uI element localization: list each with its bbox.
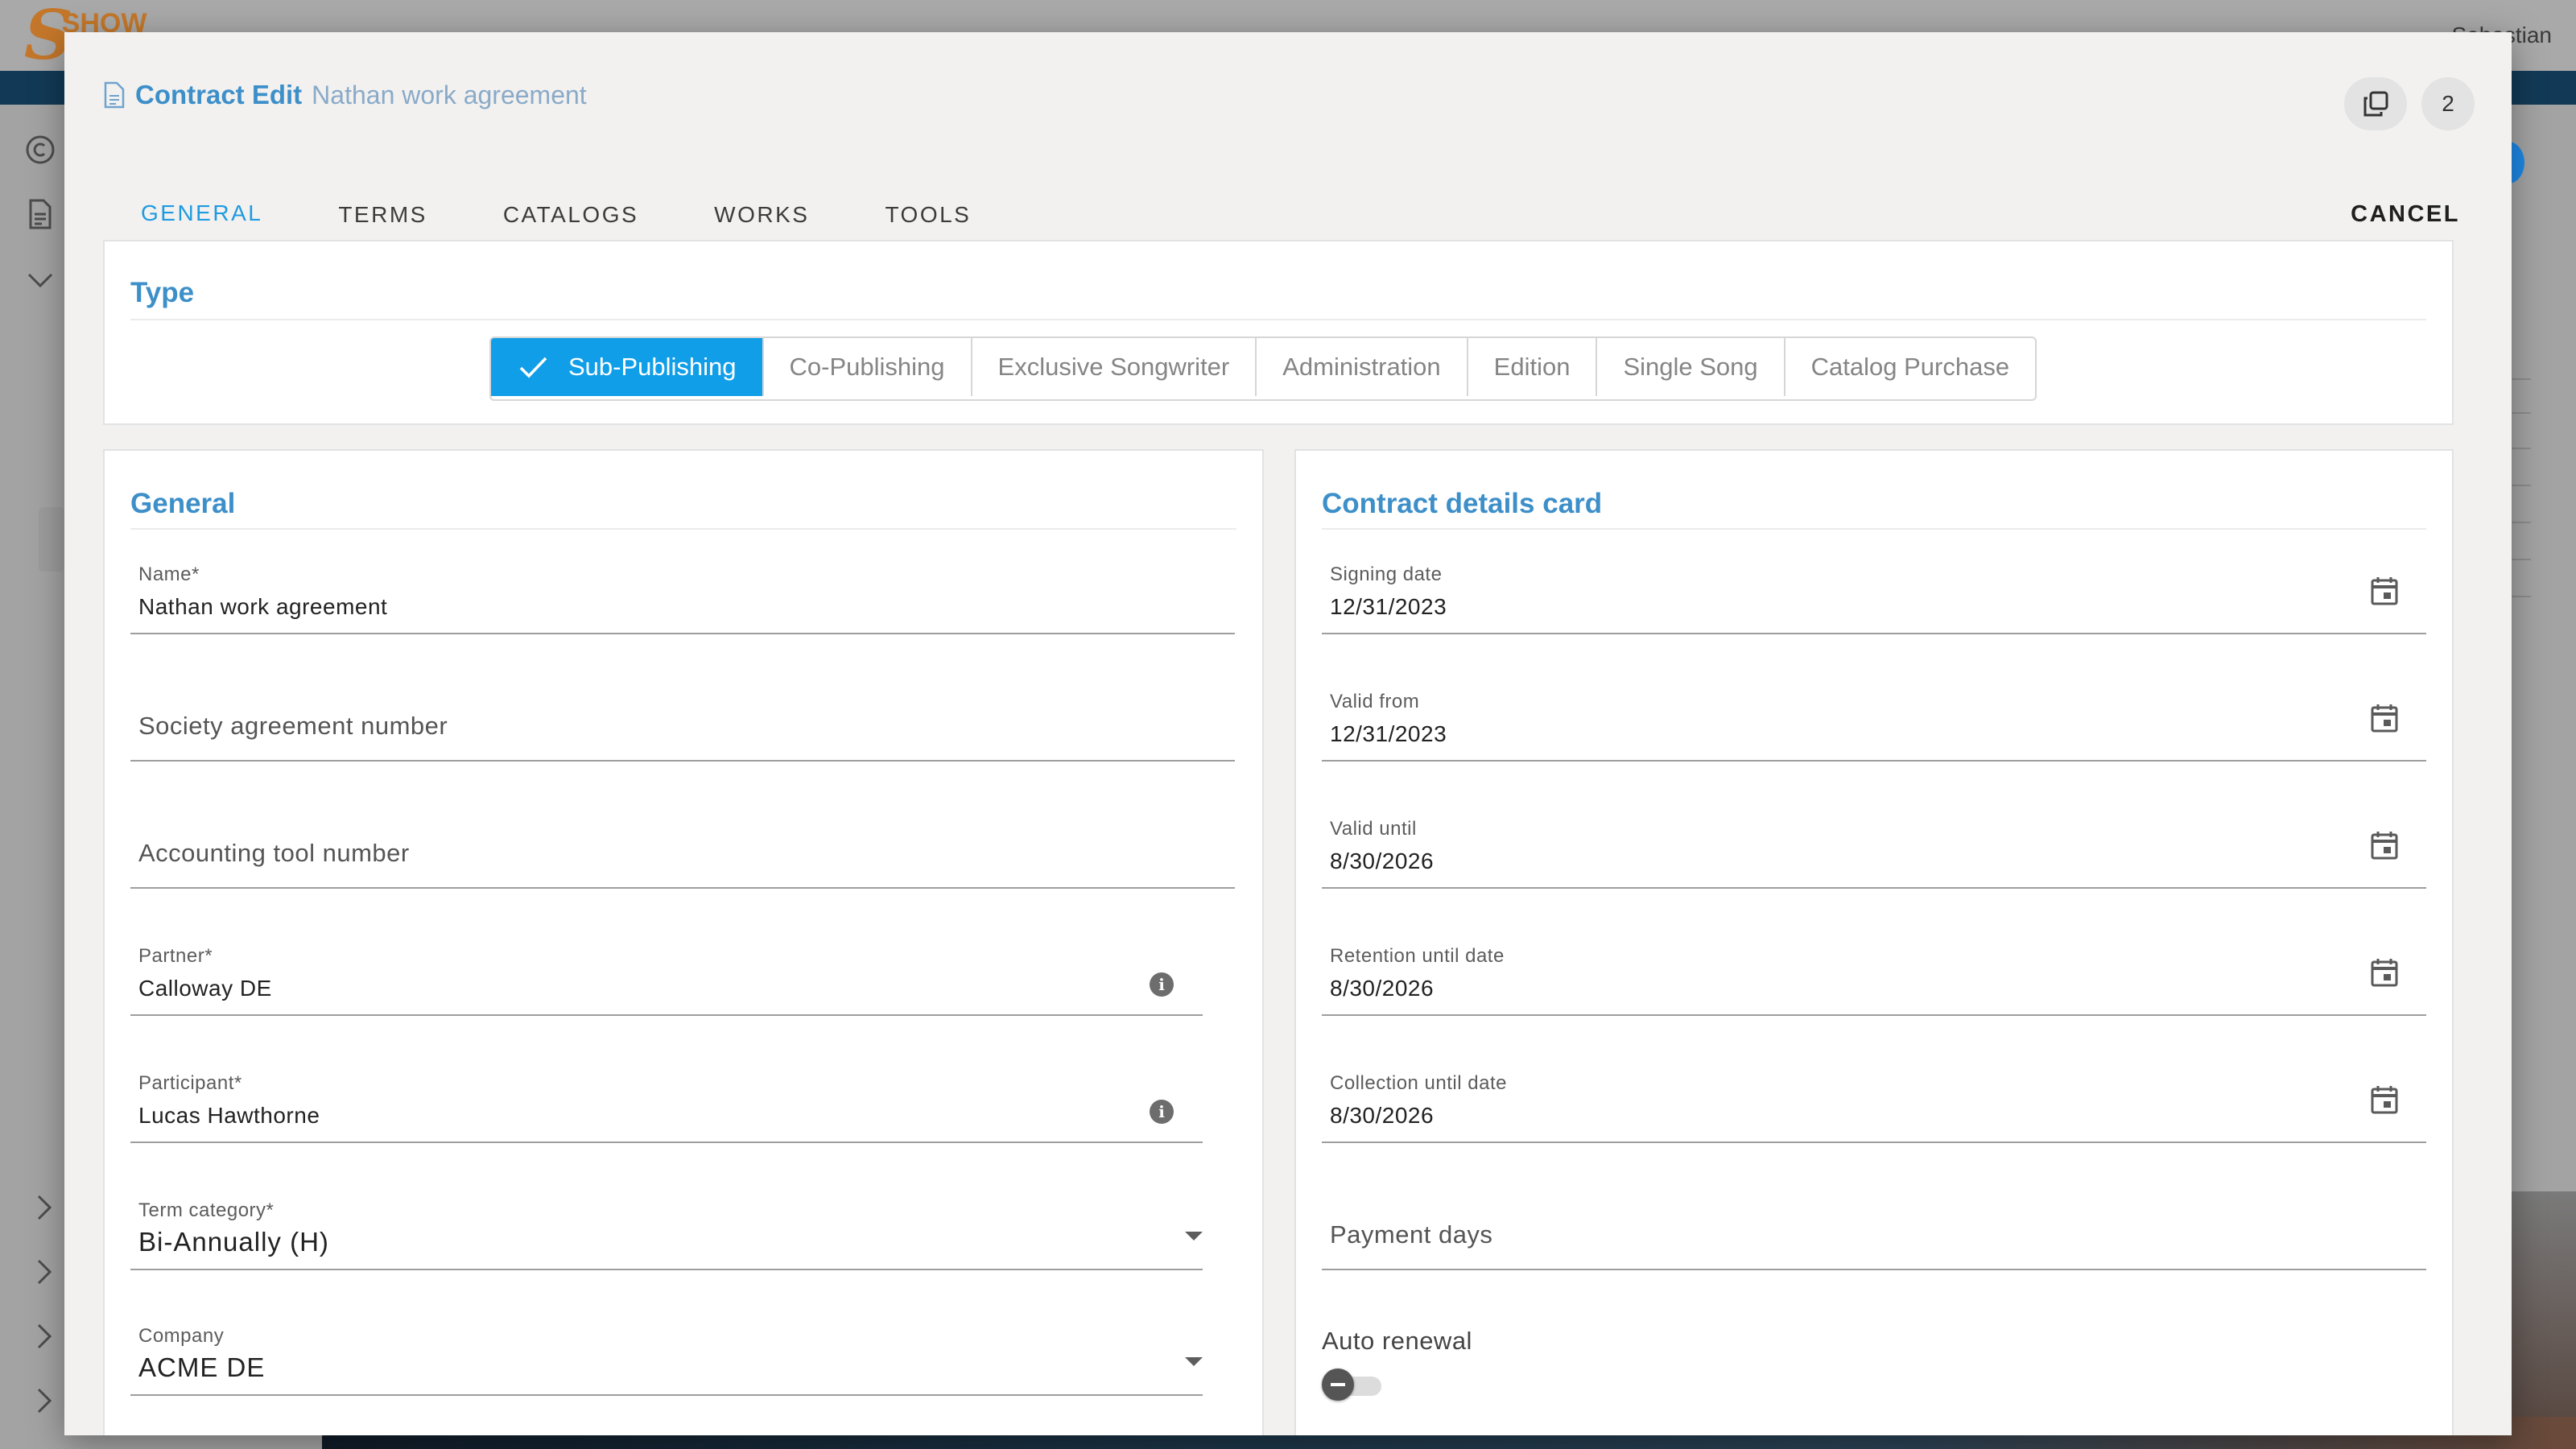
payment-days-field[interactable]: Payment days xyxy=(1322,1191,2426,1270)
participant-value: Lucas Hawthorne xyxy=(138,1103,320,1128)
retention-until-date-value: 8/30/2026 xyxy=(1330,976,1435,1001)
dialog-title-text: Contract Edit xyxy=(135,80,303,109)
chevron-down-icon[interactable] xyxy=(23,262,58,298)
contract-edit-dialog: Contract Edit Nathan work agreement 2 GE… xyxy=(64,32,2512,1435)
general-card: General Name* Nathan work agreement Soci… xyxy=(103,449,1264,1435)
dialog-title: Contract Edit Nathan work agreement xyxy=(103,71,587,119)
background-edge xyxy=(2510,1191,2576,1417)
type-option-edition[interactable]: Edition xyxy=(1468,338,1598,396)
signing-date-label: Signing date xyxy=(1330,564,1443,585)
term-category-value: Bi-Annually (H) xyxy=(138,1227,329,1257)
check-icon xyxy=(519,357,547,378)
toggle-knob xyxy=(1322,1368,1354,1401)
collection-until-date-value: 8/30/2026 xyxy=(1330,1103,1435,1128)
type-option-sub-publishing[interactable]: Sub-Publishing xyxy=(491,338,764,396)
document-icon xyxy=(104,81,125,109)
valid-from-value: 12/31/2023 xyxy=(1330,721,1447,746)
contract-type-selector: Sub-Publishing Co-Publishing Exclusive S… xyxy=(489,336,2037,401)
retention-until-date-field[interactable]: Retention until date 8/30/2026 xyxy=(1322,937,2426,1016)
auto-renewal-toggle[interactable] xyxy=(1322,1368,1383,1401)
term-category-select[interactable]: Term category* Bi-Annually (H) xyxy=(130,1191,1203,1270)
type-card: Type Sub-Publishing Co-Publishing Exclus… xyxy=(103,240,2454,425)
calendar-icon[interactable] xyxy=(2368,702,2401,734)
cancel-button[interactable]: CANCEL xyxy=(2351,185,2460,243)
type-option-catalog-purchase[interactable]: Catalog Purchase xyxy=(1785,338,2035,396)
dialog-subtitle: Nathan work agreement xyxy=(312,80,587,109)
partner-label: Partner* xyxy=(138,945,213,967)
copy-button[interactable] xyxy=(2344,77,2407,130)
chevron-right-icon[interactable] xyxy=(29,1386,58,1415)
accounting-tool-number-field[interactable]: Accounting tool number xyxy=(130,810,1235,889)
partner-value: Calloway DE xyxy=(138,976,272,1001)
payment-days-placeholder: Payment days xyxy=(1330,1220,1493,1249)
copyright-icon[interactable] xyxy=(23,132,58,167)
participant-label: Participant* xyxy=(138,1072,242,1094)
term-category-label: Term category* xyxy=(138,1199,275,1221)
valid-until-label: Valid until xyxy=(1330,818,1417,840)
valid-from-field[interactable]: Valid from 12/31/2023 xyxy=(1322,683,2426,762)
company-label: Company xyxy=(138,1325,225,1347)
participant-field[interactable]: Participant* Lucas Hawthorne i xyxy=(130,1064,1203,1143)
society-agreement-number-placeholder: Society agreement number xyxy=(138,712,448,740)
company-select[interactable]: Company ACME DE xyxy=(130,1317,1203,1396)
accounting-tool-number-placeholder: Accounting tool number xyxy=(138,839,410,867)
collection-until-date-label: Collection until date xyxy=(1330,1072,1507,1094)
valid-until-value: 8/30/2026 xyxy=(1330,848,1435,873)
count-badge-button[interactable]: 2 xyxy=(2421,77,2475,130)
type-option-single-song[interactable]: Single Song xyxy=(1597,338,1785,396)
calendar-icon[interactable] xyxy=(2368,1084,2401,1116)
chevron-right-icon[interactable] xyxy=(29,1322,58,1351)
type-option-label: Sub-Publishing xyxy=(568,353,737,381)
collection-until-date-field[interactable]: Collection until date 8/30/2026 xyxy=(1322,1064,2426,1143)
type-option-exclusive-songwriter[interactable]: Exclusive Songwriter xyxy=(972,338,1257,396)
contract-details-card-title: Contract details card xyxy=(1322,488,1603,519)
dropdown-arrow-icon xyxy=(1185,1232,1203,1241)
society-agreement-number-field[interactable]: Society agreement number xyxy=(130,683,1235,762)
name-label: Name* xyxy=(138,564,200,585)
chevron-right-icon[interactable] xyxy=(29,1193,58,1222)
dropdown-arrow-icon xyxy=(1185,1357,1203,1366)
partner-field[interactable]: Partner* Calloway DE i xyxy=(130,937,1203,1016)
type-card-title: Type xyxy=(130,277,195,308)
type-option-co-publishing[interactable]: Co-Publishing xyxy=(764,338,972,396)
name-value: Nathan work agreement xyxy=(138,594,388,619)
info-icon[interactable]: i xyxy=(1150,972,1174,997)
type-option-administration[interactable]: Administration xyxy=(1257,338,1468,396)
document-icon[interactable] xyxy=(23,196,58,232)
signing-date-field[interactable]: Signing date 12/31/2023 xyxy=(1322,555,2426,634)
calendar-icon[interactable] xyxy=(2368,575,2401,607)
chevron-right-icon[interactable] xyxy=(29,1257,58,1286)
calendar-icon[interactable] xyxy=(2368,956,2401,989)
name-field[interactable]: Name* Nathan work agreement xyxy=(130,555,1235,634)
signing-date-value: 12/31/2023 xyxy=(1330,594,1447,619)
divider xyxy=(130,528,1236,530)
contract-details-card: Contract details card Signing date 12/31… xyxy=(1294,449,2454,1435)
copy-icon xyxy=(2363,91,2388,117)
divider xyxy=(1322,528,2426,530)
valid-from-label: Valid from xyxy=(1330,691,1420,712)
calendar-icon[interactable] xyxy=(2368,829,2401,861)
retention-until-date-label: Retention until date xyxy=(1330,945,1505,967)
sidebar-indicator xyxy=(39,507,64,572)
info-icon[interactable]: i xyxy=(1150,1100,1174,1124)
divider xyxy=(130,319,2426,320)
general-card-title: General xyxy=(130,488,236,519)
auto-renewal-label: Auto renewal xyxy=(1322,1327,1472,1355)
company-value: ACME DE xyxy=(138,1352,266,1382)
valid-until-field[interactable]: Valid until 8/30/2026 xyxy=(1322,810,2426,889)
